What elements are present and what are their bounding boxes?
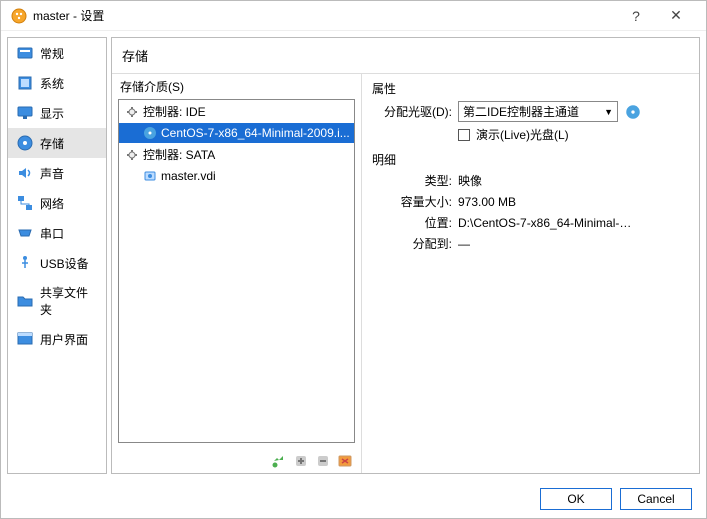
sidebar-item-label: 系统 [40, 75, 64, 92]
audio-icon [16, 164, 34, 182]
storage-icon [16, 134, 34, 152]
ui-icon [16, 330, 34, 348]
sidebar-item-ui[interactable]: 用户界面 [8, 324, 106, 354]
sidebar-item-network[interactable]: 网络 [8, 188, 106, 218]
sidebar: 常规 系统 显示 存储 声音 网络 串口 USB设备 [7, 37, 107, 474]
window-title: master - 设置 [33, 7, 616, 24]
main-panel: 存储 存储介质(S) 控制器: IDE CentOS-7-x86_64-Mini… [111, 37, 700, 474]
tree-toolbar [112, 449, 361, 473]
details-title: 明细 [372, 151, 689, 168]
sidebar-item-label: 常规 [40, 45, 64, 62]
sidebar-item-label: 网络 [40, 195, 64, 212]
dialog-footer: OK Cancel [1, 480, 706, 518]
assigned-value: — [458, 237, 470, 251]
sidebar-item-label: 声音 [40, 165, 64, 182]
drive-label: 分配光驱(D): [372, 103, 452, 120]
details-group: 明细 类型: 映像 容量大小: 973.00 MB 位置: D:\CentOS-… [372, 151, 689, 252]
serial-icon [16, 224, 34, 242]
live-label: 演示(Live)光盘(L) [476, 126, 569, 143]
media-label: 存储介质(S) [112, 74, 361, 99]
display-icon [16, 104, 34, 122]
tree-item-ide-disc[interactable]: CentOS-7-x86_64-Minimal-2009.i... [119, 123, 354, 143]
sidebar-item-label: 显示 [40, 105, 64, 122]
sidebar-item-display[interactable]: 显示 [8, 98, 106, 128]
tree-controller-sata[interactable]: 控制器: SATA [119, 143, 354, 166]
add-attachment-icon[interactable] [293, 453, 309, 469]
type-value: 映像 [458, 172, 482, 189]
network-icon [16, 194, 34, 212]
live-checkbox[interactable] [458, 129, 470, 141]
live-row: 演示(Live)光盘(L) [372, 126, 689, 143]
attributes-title: 属性 [372, 80, 689, 97]
sidebar-item-label: 共享文件夹 [40, 284, 98, 318]
sidebar-item-shared[interactable]: 共享文件夹 [8, 278, 106, 324]
sidebar-item-label: USB设备 [40, 255, 89, 272]
sidebar-item-label: 用户界面 [40, 331, 88, 348]
attributes-column: 属性 分配光驱(D): 第二IDE控制器主通道 ▼ 演示(Live)光盘(L) [362, 74, 699, 473]
loc-value: D:\CentOS-7-x86_64-Minimal-2009.iso [458, 216, 638, 230]
storage-media-column: 存储介质(S) 控制器: IDE CentOS-7-x86_64-Minimal… [112, 74, 362, 473]
remove-controller-icon[interactable] [337, 453, 353, 469]
assigned-label: 分配到: [372, 235, 452, 252]
cancel-button[interactable]: Cancel [620, 488, 692, 510]
close-button[interactable]: ✕ [656, 7, 696, 24]
size-label: 容量大小: [372, 193, 452, 210]
assigned-row: 分配到: — [372, 235, 689, 252]
sidebar-item-system[interactable]: 系统 [8, 68, 106, 98]
usb-icon [16, 254, 34, 272]
chevron-down-icon: ▼ [604, 107, 613, 117]
general-icon [16, 44, 34, 62]
columns: 存储介质(S) 控制器: IDE CentOS-7-x86_64-Minimal… [112, 74, 699, 473]
size-value: 973.00 MB [458, 195, 516, 209]
attributes-group: 属性 分配光驱(D): 第二IDE控制器主通道 ▼ 演示(Live)光盘(L) [372, 80, 689, 143]
drive-value: 第二IDE控制器主通道 [463, 103, 579, 120]
size-row: 容量大小: 973.00 MB [372, 193, 689, 210]
tree-label: 控制器: IDE [143, 103, 206, 120]
tree-label: master.vdi [161, 169, 216, 183]
tree-controller-ide[interactable]: 控制器: IDE [119, 100, 354, 123]
drive-select[interactable]: 第二IDE控制器主通道 ▼ [458, 101, 618, 122]
section-title: 存储 [112, 38, 699, 74]
loc-label: 位置: [372, 214, 452, 231]
remove-attachment-icon[interactable] [315, 453, 331, 469]
sidebar-item-storage[interactable]: 存储 [8, 128, 106, 158]
sidebar-item-label: 存储 [40, 135, 64, 152]
ok-button[interactable]: OK [540, 488, 612, 510]
sidebar-item-audio[interactable]: 声音 [8, 158, 106, 188]
controller-icon [125, 105, 139, 119]
sidebar-item-label: 串口 [40, 225, 64, 242]
disc-icon [143, 126, 157, 140]
app-icon [11, 8, 27, 24]
tree-label: 控制器: SATA [143, 146, 215, 163]
system-icon [16, 74, 34, 92]
tree-label: CentOS-7-x86_64-Minimal-2009.i... [161, 126, 350, 140]
drive-row: 分配光驱(D): 第二IDE控制器主通道 ▼ [372, 101, 689, 122]
hdd-icon [143, 169, 157, 183]
loc-row: 位置: D:\CentOS-7-x86_64-Minimal-2009.iso [372, 214, 689, 231]
type-row: 类型: 映像 [372, 172, 689, 189]
add-controller-icon[interactable] [271, 453, 287, 469]
sidebar-item-usb[interactable]: USB设备 [8, 248, 106, 278]
titlebar: master - 设置 ? ✕ [1, 1, 706, 31]
type-label: 类型: [372, 172, 452, 189]
content: 常规 系统 显示 存储 声音 网络 串口 USB设备 [1, 31, 706, 480]
controller-icon [125, 148, 139, 162]
sidebar-item-general[interactable]: 常规 [8, 38, 106, 68]
folder-icon [16, 292, 34, 310]
help-button[interactable]: ? [616, 8, 656, 24]
choose-disk-button[interactable] [624, 103, 642, 121]
storage-tree[interactable]: 控制器: IDE CentOS-7-x86_64-Minimal-2009.i.… [118, 99, 355, 443]
sidebar-item-serial[interactable]: 串口 [8, 218, 106, 248]
tree-item-sata-disk[interactable]: master.vdi [119, 166, 354, 186]
